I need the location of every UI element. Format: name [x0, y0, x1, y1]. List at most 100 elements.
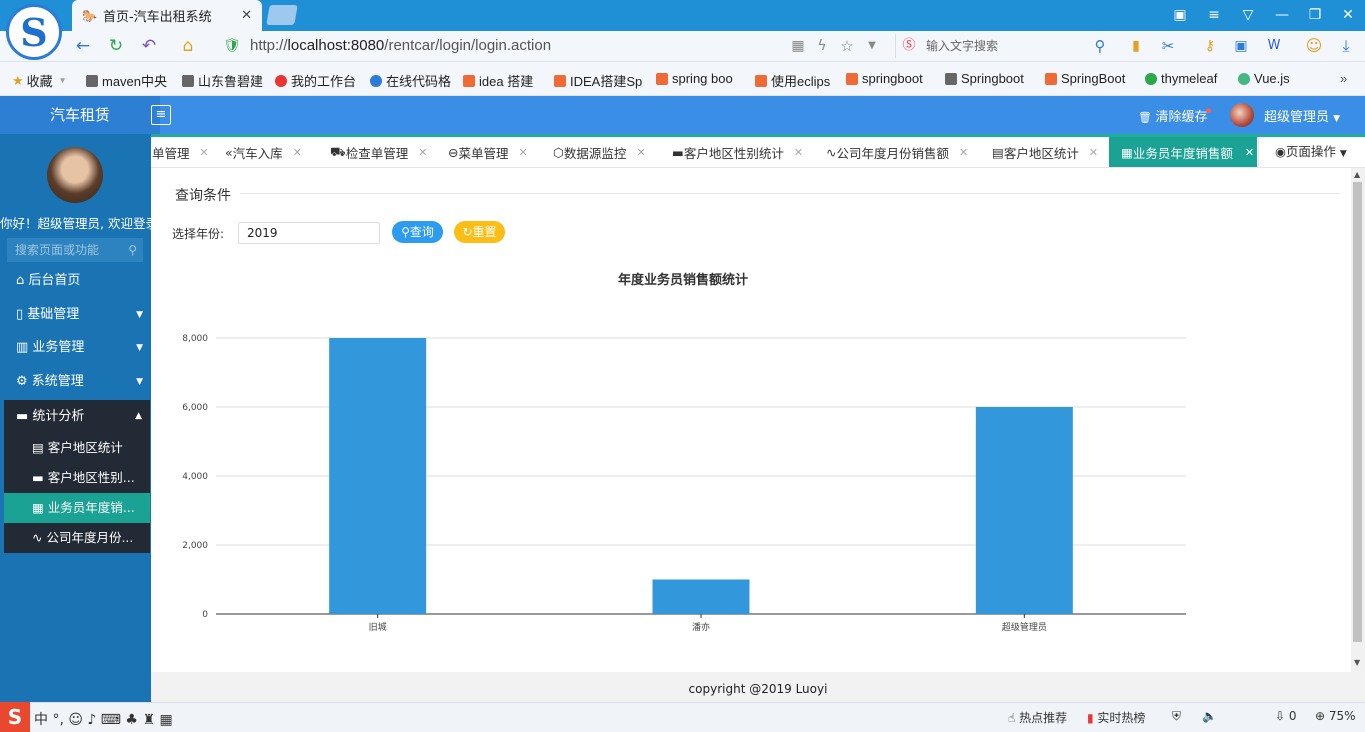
- back-icon[interactable]: ←: [71, 35, 95, 57]
- bookmark-item[interactable]: IDEA搭建Sp: [554, 71, 642, 90]
- user-menu[interactable]: 超级管理员 ▼: [1264, 106, 1340, 125]
- scrollbar-thumb[interactable]: [1353, 182, 1362, 642]
- notification-dot: [1206, 108, 1211, 113]
- bookmark-item[interactable]: springboot: [846, 71, 923, 86]
- hand-icon: ☝: [1008, 711, 1020, 725]
- undo-icon[interactable]: ↶: [137, 35, 161, 57]
- tab-item[interactable]: ∿ 公司年度月份销售额 ✕: [826, 140, 968, 164]
- tab-item[interactable]: 单管理 ✕: [152, 140, 209, 164]
- close-icon[interactable]: ✕: [636, 146, 645, 159]
- refresh-icon[interactable]: ↻: [104, 35, 128, 57]
- browser-tab[interactable]: 🐎 首页-汽车出租系统 ✕: [72, 0, 262, 31]
- word-icon[interactable]: W: [1262, 35, 1286, 57]
- query-button[interactable]: ⚲查询: [392, 221, 443, 243]
- bookmark-item[interactable]: 使用eclips: [755, 71, 830, 90]
- zoom-level[interactable]: ⊕ 75%: [1315, 709, 1356, 723]
- close-icon[interactable]: ✕: [293, 146, 302, 159]
- bookmark-item[interactable]: maven中央: [86, 71, 167, 90]
- search-icon: ⚲: [128, 243, 137, 257]
- tab-item[interactable]: ▬ 客户地区性别统计 ✕: [672, 140, 803, 164]
- close-window-icon[interactable]: ✕: [1336, 5, 1360, 25]
- new-tab-button[interactable]: [266, 5, 298, 25]
- bookmark-item[interactable]: 我的工作台: [275, 71, 356, 90]
- search-input[interactable]: 输入文字搜索: [895, 34, 1115, 58]
- reset-button[interactable]: ↻重置: [454, 221, 505, 243]
- sogou-ime-icon[interactable]: S: [0, 702, 30, 732]
- download-icon: ⇩: [1275, 709, 1289, 723]
- more-bookmarks-icon[interactable]: »: [1340, 71, 1347, 86]
- live-hot-list[interactable]: ▮ 实时热榜: [1087, 709, 1145, 726]
- welcome-text: 你好！超级管理员, 欢迎登录: [0, 216, 158, 231]
- close-icon[interactable]: ✕: [200, 146, 209, 159]
- volume-icon[interactable]: 🔈: [1202, 709, 1217, 723]
- sidebar-subitem-company-monthly[interactable]: ∿ 公司年度月份...: [4, 523, 150, 553]
- sidebar-item-business[interactable]: ▥ 业务管理 ▼: [0, 331, 151, 365]
- tab-item[interactable]: « 汽车入库 ✕: [225, 140, 302, 164]
- doc-icon: ▤: [992, 144, 1004, 160]
- sidebar-subitem-region[interactable]: ▤ 客户地区统计: [4, 433, 150, 463]
- search-icon[interactable]: ⚲: [1088, 35, 1112, 57]
- qrcode-icon[interactable]: ▦: [786, 35, 810, 57]
- close-icon[interactable]: ✕: [418, 146, 427, 159]
- chevron-down-icon[interactable]: ▼: [860, 35, 884, 57]
- bookmark-favorites[interactable]: ★ 收藏 ▼: [12, 71, 67, 90]
- emoji-icon[interactable]: ☺: [1302, 35, 1326, 57]
- sidebar-item-basic[interactable]: ▯ 基础管理 ▼: [0, 298, 151, 332]
- year-input[interactable]: 2019: [238, 222, 380, 244]
- home-icon[interactable]: ⌂: [176, 35, 200, 57]
- sidebar-item-stats[interactable]: ▬ 统计分析 ▲: [4, 400, 150, 433]
- app-brand: 汽车租赁: [0, 96, 160, 134]
- close-icon[interactable]: ✕: [794, 146, 803, 159]
- tab-active[interactable]: ▦ 业务员年度销售额 ✕: [1109, 137, 1257, 167]
- close-tab-icon[interactable]: ✕: [241, 8, 252, 23]
- sales-bar-chart: 年度业务员销售额统计 0 2,000 4,000 6,000 8,000 旧城 潘亦 超级管理员: [182, 272, 1186, 633]
- bookmark-item[interactable]: spring boo: [656, 71, 733, 86]
- sidebar-subitem-region-gender[interactable]: ▬ 客户地区性别...: [4, 463, 150, 493]
- lightning-icon[interactable]: ϟ: [810, 35, 834, 57]
- sidebar-item-system[interactable]: ⚙ 系统管理 ▼: [0, 365, 151, 399]
- bookmark-item[interactable]: idea 搭建: [463, 71, 533, 90]
- menu-toggle-button[interactable]: ≡: [151, 105, 171, 125]
- bookmark-item[interactable]: 山东鲁碧建: [182, 71, 263, 90]
- close-icon[interactable]: ✕: [959, 146, 968, 159]
- sidebar-item-home[interactable]: ⌂ 后台首页: [0, 264, 151, 298]
- close-icon[interactable]: ✕: [519, 146, 528, 159]
- bookmark-item[interactable]: SpringBoot: [1045, 71, 1125, 86]
- page-ops-button[interactable]: ◉页面操作 ▼: [1258, 137, 1350, 167]
- bookmark-item[interactable]: Springboot: [945, 71, 1024, 86]
- bar-潘亦: [652, 579, 750, 614]
- star-icon[interactable]: ☆: [835, 35, 859, 57]
- tab-item[interactable]: ⛟ 检查单管理 ✕: [330, 140, 427, 164]
- close-icon[interactable]: ✕: [1089, 146, 1098, 159]
- bookmark-item[interactable]: Vue.js: [1238, 71, 1290, 86]
- restore-icon[interactable]: ❐: [1303, 5, 1327, 25]
- monitor-icon: ▬: [32, 470, 48, 485]
- extension-icon[interactable]: ▮: [1124, 35, 1148, 57]
- close-icon[interactable]: ✕: [1245, 146, 1254, 159]
- x-tick-label: 旧城: [369, 622, 387, 633]
- shield-icon[interactable]: ⛨: [1172, 709, 1181, 724]
- translate-icon[interactable]: ▣: [1229, 35, 1253, 57]
- hot-recommend[interactable]: ☝ 热点推荐: [1008, 709, 1067, 726]
- download-icon[interactable]: ⤓: [1334, 35, 1358, 57]
- menu-icon[interactable]: ≡: [1202, 5, 1226, 25]
- bookmark-item[interactable]: 在线代码格: [370, 71, 451, 90]
- bookmark-item[interactable]: thymeleaf: [1145, 71, 1217, 86]
- scissors-icon[interactable]: ✂: [1156, 35, 1180, 57]
- minimize-icon[interactable]: —: [1270, 5, 1294, 25]
- clear-cache-button[interactable]: 🗑 清除缓存: [1138, 106, 1207, 125]
- y-tick-label: 4,000: [182, 472, 208, 482]
- url-text[interactable]: http://localhost:8080/rentcar/login/logi…: [250, 37, 551, 54]
- sidebar-toggle-icon[interactable]: ▣: [1168, 5, 1192, 25]
- ime-toolbar[interactable]: 中 °, ☺ ♪ ⌨ ♣ ♜ ▦: [34, 709, 173, 729]
- tab-item[interactable]: ⊖ 菜单管理 ✕: [448, 140, 528, 164]
- tab-item[interactable]: ⬡ 数据源监控 ✕: [553, 140, 646, 164]
- skin-icon[interactable]: ▽: [1236, 5, 1260, 25]
- tab-item[interactable]: ▤ 客户地区统计 ✕: [992, 140, 1098, 164]
- header-avatar[interactable]: [1230, 103, 1254, 127]
- sidebar-search-input[interactable]: 搜索页面或功能 ⚲: [7, 238, 143, 262]
- query-legend: 查询条件: [175, 188, 231, 204]
- sidebar-subitem-salesman[interactable]: ▦ 业务员年度销...: [4, 493, 150, 523]
- download-count[interactable]: ⇩ 0: [1275, 709, 1297, 723]
- key-icon[interactable]: ⚷: [1198, 35, 1222, 57]
